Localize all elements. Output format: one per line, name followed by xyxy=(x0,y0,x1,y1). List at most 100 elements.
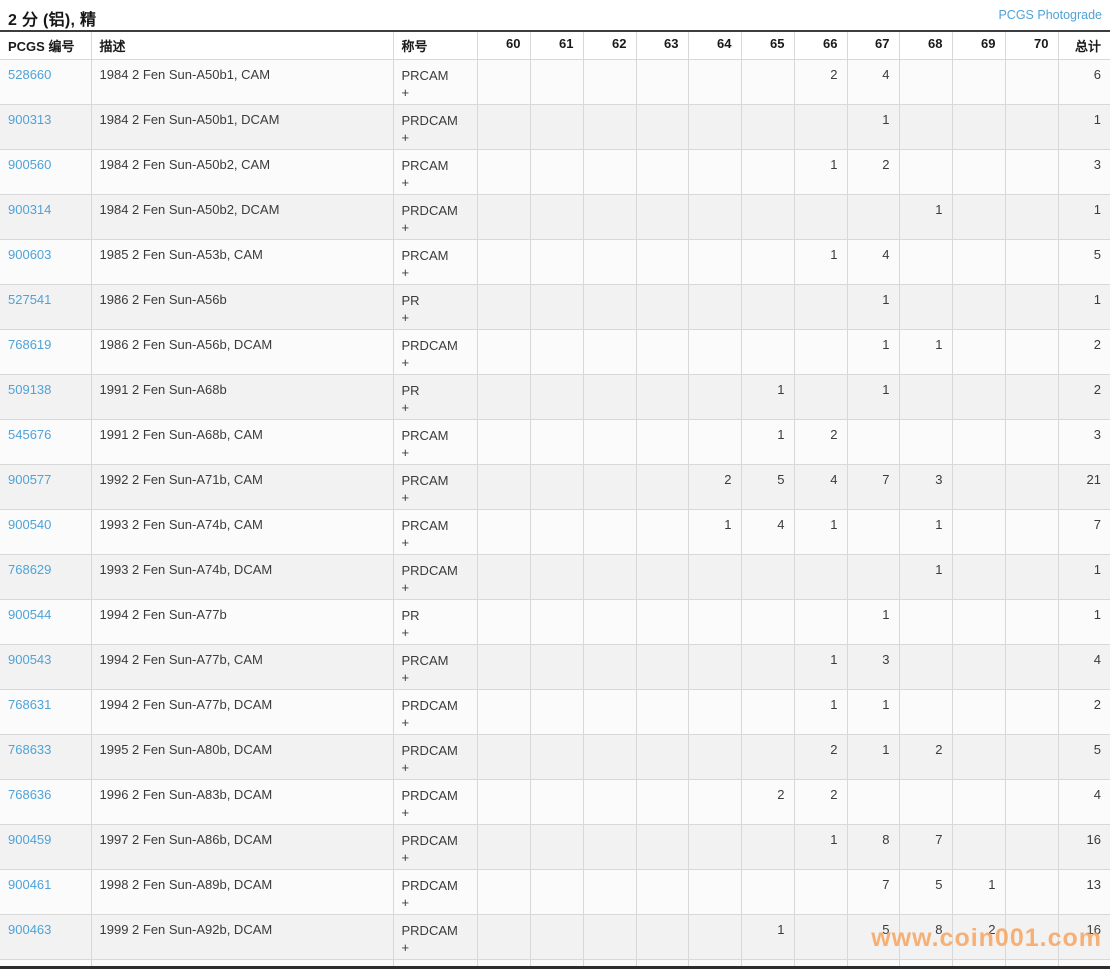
grade-60-cell xyxy=(477,150,530,195)
grade-64-cell xyxy=(688,555,741,600)
grade-62-cell xyxy=(583,735,636,780)
pcgs-number-cell: 528660 xyxy=(0,60,91,105)
grade-66-cell xyxy=(794,870,847,915)
grade-65-cell xyxy=(741,825,794,870)
grade-66-cell: 2 xyxy=(794,780,847,825)
table-header-row: PCGS 编号描述称号6061626364656667686970总计 xyxy=(0,31,1110,60)
pcgs-number-cell: 545676 xyxy=(0,420,91,465)
pcgs-number-link[interactable]: 900544 xyxy=(8,607,51,622)
coin-description: 1992 2 Fen Sun-A71b, CAM xyxy=(91,465,393,510)
grade-63-cell xyxy=(636,645,688,690)
grade-62-cell xyxy=(583,150,636,195)
grade-65-cell: 1 xyxy=(741,375,794,420)
total-cell: 16 xyxy=(1058,915,1110,960)
grade-61-cell xyxy=(530,105,583,150)
pcgs-number-link[interactable]: 509138 xyxy=(8,382,51,397)
grade-68-cell: 5 xyxy=(899,870,952,915)
total-cell: 2 xyxy=(1058,330,1110,375)
coin-description: 1994 2 Fen Sun-A77b xyxy=(91,600,393,645)
grade-64-cell xyxy=(688,420,741,465)
grade-64-cell: 1 xyxy=(688,510,741,555)
grade-60-cell xyxy=(477,645,530,690)
pcgs-number-link[interactable]: 900603 xyxy=(8,247,51,262)
coin-description: 1991 2 Fen Sun-A68b, CAM xyxy=(91,420,393,465)
grade-68-cell xyxy=(899,240,952,285)
coin-description: 1994 2 Fen Sun-A77b, CAM xyxy=(91,645,393,690)
grade-60-cell xyxy=(477,60,530,105)
pcgs-number-link[interactable]: 900463 xyxy=(8,922,51,937)
total-cell: 7 xyxy=(1058,510,1110,555)
pcgs-number-link[interactable]: 768633 xyxy=(8,742,51,757)
pcgs-number-link[interactable]: 900560 xyxy=(8,157,51,172)
grade-60-cell xyxy=(477,690,530,735)
pcgs-number-link[interactable]: 900543 xyxy=(8,652,51,667)
total-cell: 16 xyxy=(1058,825,1110,870)
grade-65-cell: 4 xyxy=(741,510,794,555)
grade-61-cell xyxy=(530,600,583,645)
designation-cell: PRDCAM + xyxy=(393,780,477,825)
grade-65-cell xyxy=(741,105,794,150)
grade-65-cell xyxy=(741,645,794,690)
pcgs-number-link[interactable]: 768631 xyxy=(8,697,51,712)
grade-66-cell: 2 xyxy=(794,60,847,105)
pcgs-number-link[interactable]: 900459 xyxy=(8,832,51,847)
designation-cell: PRCAM + xyxy=(393,510,477,555)
pcgs-number-link[interactable]: 528660 xyxy=(8,67,51,82)
grade-66-cell xyxy=(794,105,847,150)
pcgs-number-link[interactable]: 900314 xyxy=(8,202,51,217)
table-row: 7686311994 2 Fen Sun-A77b, DCAMPRDCAM +1… xyxy=(0,690,1110,735)
grade-69-cell xyxy=(952,825,1005,870)
column-header-total: 总计 xyxy=(1058,31,1110,60)
grade-66-cell: 1 xyxy=(794,240,847,285)
grade-70-cell xyxy=(1005,465,1058,510)
grade-69-cell xyxy=(952,465,1005,510)
grade-68-cell xyxy=(899,600,952,645)
pcgs-number-link[interactable]: 527541 xyxy=(8,292,51,307)
pcgs-number-cell: 900459 xyxy=(0,825,91,870)
grade-64-cell xyxy=(688,375,741,420)
column-header-62: 62 xyxy=(583,31,636,60)
pcgs-number-link[interactable]: 900313 xyxy=(8,112,51,127)
grade-69-cell xyxy=(952,195,1005,240)
pcgs-number-link[interactable]: 900540 xyxy=(8,517,51,532)
grade-70-cell xyxy=(1005,510,1058,555)
table-row: 9004631999 2 Fen Sun-A92b, DCAMPRDCAM +1… xyxy=(0,915,1110,960)
table-row: 5275411986 2 Fen Sun-A56bPR +11 xyxy=(0,285,1110,330)
pcgs-number-link[interactable]: 900577 xyxy=(8,472,51,487)
coin-description: 1999 2 Fen Sun-A92b, DCAM xyxy=(91,915,393,960)
grade-69-cell xyxy=(952,510,1005,555)
pcgs-number-link[interactable]: 768636 xyxy=(8,787,51,802)
grade-62-cell xyxy=(583,645,636,690)
grade-67-cell: 2 xyxy=(847,150,899,195)
pcgs-number-link[interactable]: 900461 xyxy=(8,877,51,892)
pcgs-number-link[interactable]: 545676 xyxy=(8,427,51,442)
grade-62-cell xyxy=(583,870,636,915)
grade-64-cell xyxy=(688,60,741,105)
table-row: 7686191986 2 Fen Sun-A56b, DCAMPRDCAM +1… xyxy=(0,330,1110,375)
grade-68-cell xyxy=(899,60,952,105)
grade-63-cell xyxy=(636,195,688,240)
grade-60-cell xyxy=(477,870,530,915)
grade-70-cell xyxy=(1005,915,1058,960)
grade-63-cell xyxy=(636,105,688,150)
grade-69-cell xyxy=(952,150,1005,195)
grade-64-cell xyxy=(688,285,741,330)
grade-62-cell xyxy=(583,375,636,420)
grade-60-cell xyxy=(477,915,530,960)
grade-62-cell xyxy=(583,690,636,735)
grade-65-cell xyxy=(741,195,794,240)
grade-69-cell xyxy=(952,60,1005,105)
photograde-link[interactable]: PCGS Photograde xyxy=(998,8,1102,22)
pcgs-number-cell: 900463 xyxy=(0,915,91,960)
total-cell: 13 xyxy=(1058,870,1110,915)
coin-description: 1997 2 Fen Sun-A86b, DCAM xyxy=(91,825,393,870)
pcgs-number-link[interactable]: 768619 xyxy=(8,337,51,352)
grade-62-cell xyxy=(583,195,636,240)
grade-63-cell xyxy=(636,825,688,870)
pcgs-number-cell: 768631 xyxy=(0,690,91,735)
grade-65-cell: 1 xyxy=(741,915,794,960)
designation-cell: PRCAM + xyxy=(393,60,477,105)
table-row: 7686361996 2 Fen Sun-A83b, DCAMPRDCAM +2… xyxy=(0,780,1110,825)
grade-70-cell xyxy=(1005,240,1058,285)
pcgs-number-link[interactable]: 768629 xyxy=(8,562,51,577)
